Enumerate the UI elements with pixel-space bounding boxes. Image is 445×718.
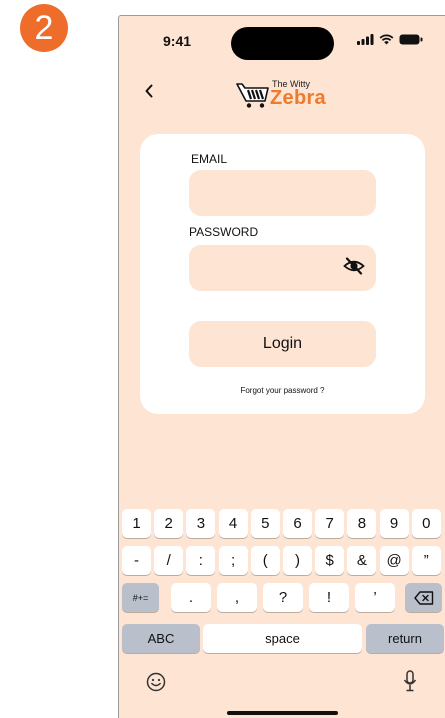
- brand-logo: The Witty Zebra: [236, 78, 336, 112]
- key-symbol[interactable]: &: [347, 546, 377, 575]
- key-number[interactable]: 5: [250, 509, 280, 538]
- emoji-icon[interactable]: [146, 672, 166, 692]
- key-punctuation[interactable]: ,: [217, 583, 257, 612]
- key-return[interactable]: return: [366, 624, 444, 653]
- keyboard: 1234567890 - /:;() $ & @” #+= .,?!’ ABC spac…: [119, 479, 445, 718]
- eye-slash-icon[interactable]: [343, 257, 365, 275]
- key-symbol[interactable]: (: [250, 546, 280, 575]
- step-number-badge: 2: [20, 4, 68, 52]
- phone-screen: 9:41 The Witty Zebra EMAIL PASSWORD Logi…: [118, 15, 445, 718]
- key-space[interactable]: space: [203, 624, 362, 653]
- key-punctuation[interactable]: ?: [263, 583, 303, 612]
- key-symbols-toggle[interactable]: #+=: [122, 583, 159, 612]
- login-card: EMAIL PASSWORD Login Forgot your passwor…: [140, 134, 425, 414]
- chevron-left-icon: [145, 84, 153, 98]
- backspace-icon: [413, 590, 433, 605]
- key-symbol[interactable]: ”: [411, 546, 441, 575]
- key-punctuation[interactable]: ’: [355, 583, 395, 612]
- back-button[interactable]: [139, 81, 159, 101]
- key-number[interactable]: 8: [347, 509, 377, 538]
- home-indicator: [227, 711, 338, 715]
- brand-name: Zebra: [270, 87, 326, 109]
- wifi-icon: [379, 34, 394, 45]
- key-backspace[interactable]: [405, 583, 442, 612]
- key-symbol[interactable]: $: [315, 546, 345, 575]
- forgot-password-link[interactable]: Forgot your password ?: [140, 386, 425, 395]
- key-number[interactable]: 2: [154, 509, 184, 538]
- key-symbol[interactable]: ;: [218, 546, 248, 575]
- status-time: 9:41: [163, 33, 192, 49]
- login-button[interactable]: Login: [189, 321, 376, 367]
- key-number[interactable]: 7: [315, 509, 345, 538]
- microphone-icon[interactable]: [403, 670, 417, 692]
- key-symbol[interactable]: -: [122, 546, 151, 575]
- key-symbol[interactable]: /: [154, 546, 184, 575]
- key-number[interactable]: 9: [379, 509, 409, 538]
- status-icons: [357, 34, 423, 45]
- key-number[interactable]: 4: [218, 509, 248, 538]
- key-punctuation[interactable]: .: [171, 583, 211, 612]
- battery-icon: [399, 34, 423, 45]
- email-label: EMAIL: [191, 152, 228, 166]
- password-label: PASSWORD: [189, 225, 259, 239]
- email-field[interactable]: [189, 170, 376, 216]
- key-abc[interactable]: ABC: [122, 624, 200, 653]
- key-punctuation[interactable]: !: [309, 583, 349, 612]
- signal-icon: [357, 34, 374, 45]
- key-symbol[interactable]: ): [283, 546, 312, 575]
- dynamic-island: [231, 27, 334, 60]
- key-number[interactable]: 1: [122, 509, 151, 538]
- key-number[interactable]: 6: [283, 509, 312, 538]
- key-symbol[interactable]: @: [379, 546, 409, 575]
- key-symbol[interactable]: :: [186, 546, 216, 575]
- key-number[interactable]: 0: [411, 509, 441, 538]
- shopping-cart-icon: [236, 83, 269, 108]
- key-number[interactable]: 3: [186, 509, 216, 538]
